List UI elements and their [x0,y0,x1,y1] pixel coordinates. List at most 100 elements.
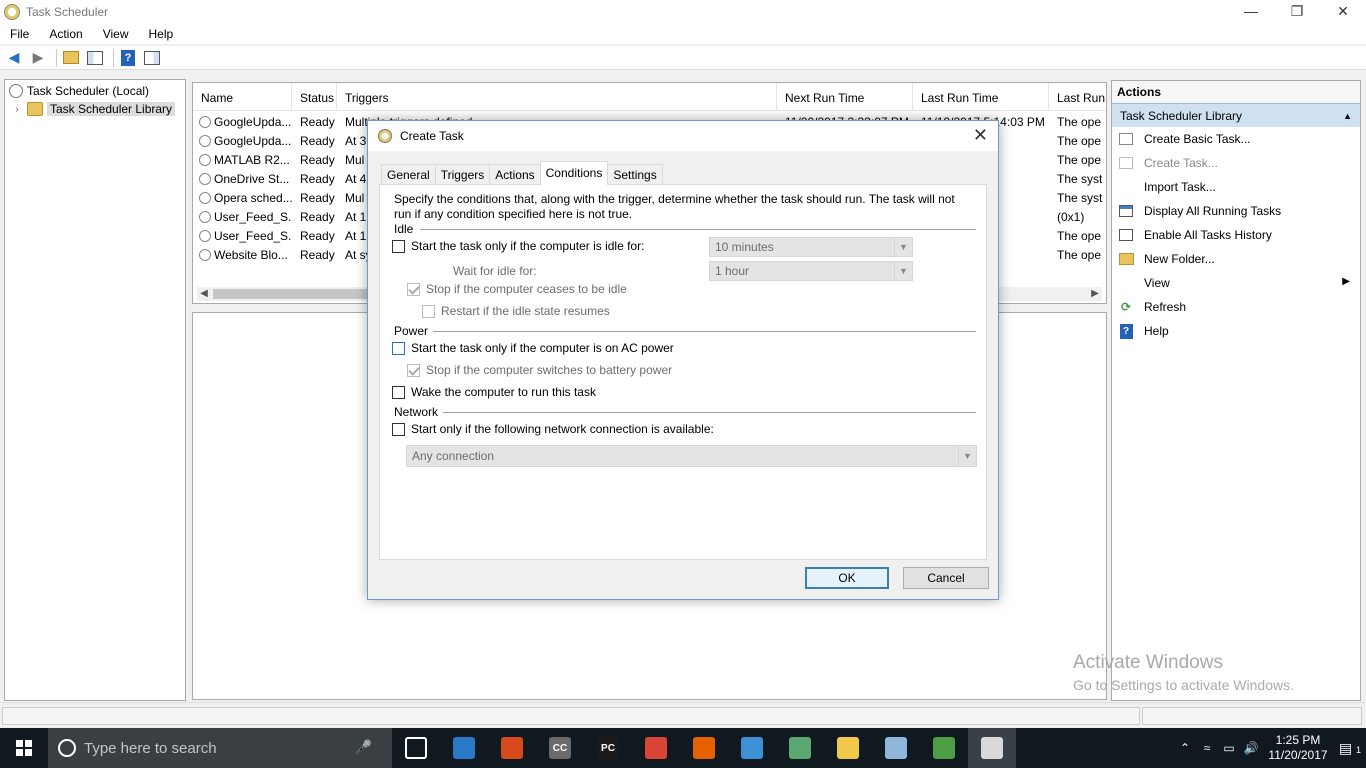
toolbar: ◀ ▶ ? [0,46,1366,70]
taskbar-app-atom[interactable] [776,728,824,768]
column-header-last-run[interactable]: Last Run Time [913,83,1049,110]
taskbar-app-windows-store[interactable] [488,728,536,768]
restart-if-resumes-checkbox[interactable] [422,304,435,318]
create-task-dialog: Create Task ✕ General Triggers Actions C… [367,120,999,600]
network-group-label: Network [394,405,439,419]
column-header-status[interactable]: Status [292,83,337,110]
taskbar-app-pycharm[interactable]: PC [584,728,632,768]
action-label: Create Basic Task... [1144,132,1251,146]
action-enable-tasks-history[interactable]: Enable All Tasks History [1112,223,1360,247]
tab-conditions[interactable]: Conditions [539,161,609,185]
table-cell-name: MATLAB R2... [193,151,292,170]
start-if-network-checkbox[interactable] [392,422,405,436]
forward-button[interactable]: ▶ [28,48,48,68]
chevron-right-icon[interactable]: › [11,104,23,115]
up-folder-button[interactable] [61,48,81,68]
column-header-triggers[interactable]: Triggers [337,83,777,110]
start-on-ac-checkbox[interactable] [392,341,405,355]
show-hide-action-pane-button[interactable] [142,48,162,68]
tab-general[interactable]: General [381,164,436,185]
column-header-name[interactable]: Name [193,83,292,110]
tree-item-library[interactable]: › Task Scheduler Library [5,100,185,118]
close-button[interactable]: ✕ [1320,0,1366,24]
scroll-left-icon[interactable]: ◀ [197,287,211,301]
wifi-icon[interactable]: ≈ [1196,741,1218,755]
column-header-last-run-result[interactable]: Last Run [1049,83,1106,110]
create-basic-task-icon [1118,131,1134,147]
dialog-close-button[interactable]: ✕ [973,125,988,146]
tab-settings[interactable]: Settings [607,164,663,185]
menu-help[interactable]: Help [139,27,184,41]
menu-view[interactable]: View [93,27,139,41]
actions-header: Actions [1112,81,1360,103]
taskbar-app-chrome[interactable] [632,728,680,768]
action-help[interactable]: ? Help [1112,319,1360,343]
stop-on-battery-row[interactable]: Stop if the computer switches to battery… [407,363,672,377]
stop-on-battery-checkbox[interactable] [407,363,420,377]
wait-duration-select[interactable]: 1 hour ▼ [709,261,913,281]
task-name: GoogleUpda... [214,115,292,129]
taskbar-app-remote-desktop[interactable] [872,728,920,768]
action-label: Enable All Tasks History [1144,228,1272,242]
back-button[interactable]: ◀ [4,48,24,68]
start-if-network-row[interactable]: Start only if the following network conn… [392,422,714,436]
taskbar-app-task-manager[interactable] [920,728,968,768]
column-header-next-run[interactable]: Next Run Time [777,83,913,110]
taskbar-app-task-view[interactable] [392,728,440,768]
ok-button[interactable]: OK [805,567,889,589]
start-if-idle-checkbox[interactable] [392,239,405,253]
actions-section-header[interactable]: Task Scheduler Library ▲ [1112,103,1360,127]
network-connection-select[interactable]: Any connection ▼ [406,445,977,467]
action-refresh[interactable]: ⟳ Refresh [1112,295,1360,319]
cancel-button[interactable]: Cancel [903,567,989,589]
action-new-folder[interactable]: New Folder... [1112,247,1360,271]
taskbar-clock[interactable]: 1:25 PM 11/20/2017 [1262,733,1334,763]
task-clock-icon [199,249,211,261]
taskbar-search[interactable]: Type here to search 🎤 [48,728,392,768]
dialog-titlebar: Create Task [368,121,998,151]
folder-clock-icon [27,102,43,116]
minimize-button[interactable]: — [1228,0,1274,24]
stop-if-ceases-checkbox[interactable] [407,282,420,296]
taskbar-app-network-app[interactable] [440,728,488,768]
action-create-task[interactable]: Create Task... [1112,151,1360,175]
taskbar-app-file-explorer[interactable] [824,728,872,768]
volume-icon[interactable]: 🔊 [1240,741,1262,755]
taskbar-app-firefox[interactable] [680,728,728,768]
remote-desktop-icon [885,737,907,759]
action-center-button[interactable]: ▤ 1 [1334,740,1366,757]
battery-icon[interactable]: ▭ [1218,741,1240,755]
tab-actions[interactable]: Actions [489,164,541,185]
collapse-up-icon[interactable]: ▲ [1343,111,1352,121]
scroll-right-icon[interactable]: ▶ [1088,287,1102,301]
start-button[interactable] [0,728,48,768]
table-cell-name: GoogleUpda... [193,132,292,151]
maximize-button[interactable]: ❐ [1274,0,1320,24]
restart-if-resumes-row[interactable]: Restart if the idle state resumes [422,304,610,318]
action-display-running-tasks[interactable]: Display All Running Tasks [1112,199,1360,223]
menu-file[interactable]: File [0,27,39,41]
tree-item-root[interactable]: Task Scheduler (Local) [5,82,185,100]
network-connection-value: Any connection [412,449,495,463]
taskbar-app-codeblocks[interactable]: CC [536,728,584,768]
action-create-basic-task[interactable]: Create Basic Task... [1112,127,1360,151]
menu-action[interactable]: Action [39,27,92,41]
idle-duration-select[interactable]: 10 minutes ▼ [709,237,913,257]
start-on-ac-row[interactable]: Start the task only if the computer is o… [392,341,674,355]
action-view[interactable]: View ▶ [1112,271,1360,295]
wake-computer-checkbox[interactable] [392,385,405,399]
taskbar-app-task-scheduler[interactable] [968,728,1016,768]
chevron-up-icon[interactable]: ⌃ [1174,741,1196,755]
taskbar-app-notepad[interactable] [728,728,776,768]
running-tasks-icon [1118,203,1134,219]
wake-computer-row[interactable]: Wake the computer to run this task [392,385,596,399]
tab-triggers[interactable]: Triggers [434,164,491,185]
action-import-task[interactable]: Import Task... [1112,175,1360,199]
stop-if-ceases-row[interactable]: Stop if the computer ceases to be idle [407,282,627,296]
start-if-idle-row[interactable]: Start the task only if the computer is i… [392,239,644,253]
task-name: User_Feed_S... [214,210,292,224]
help-button[interactable]: ? [118,48,138,68]
dialog-tabs: General Triggers Actions Conditions Sett… [381,161,663,185]
microphone-icon[interactable]: 🎤 [355,739,372,756]
show-hide-console-tree-button[interactable] [85,48,105,68]
